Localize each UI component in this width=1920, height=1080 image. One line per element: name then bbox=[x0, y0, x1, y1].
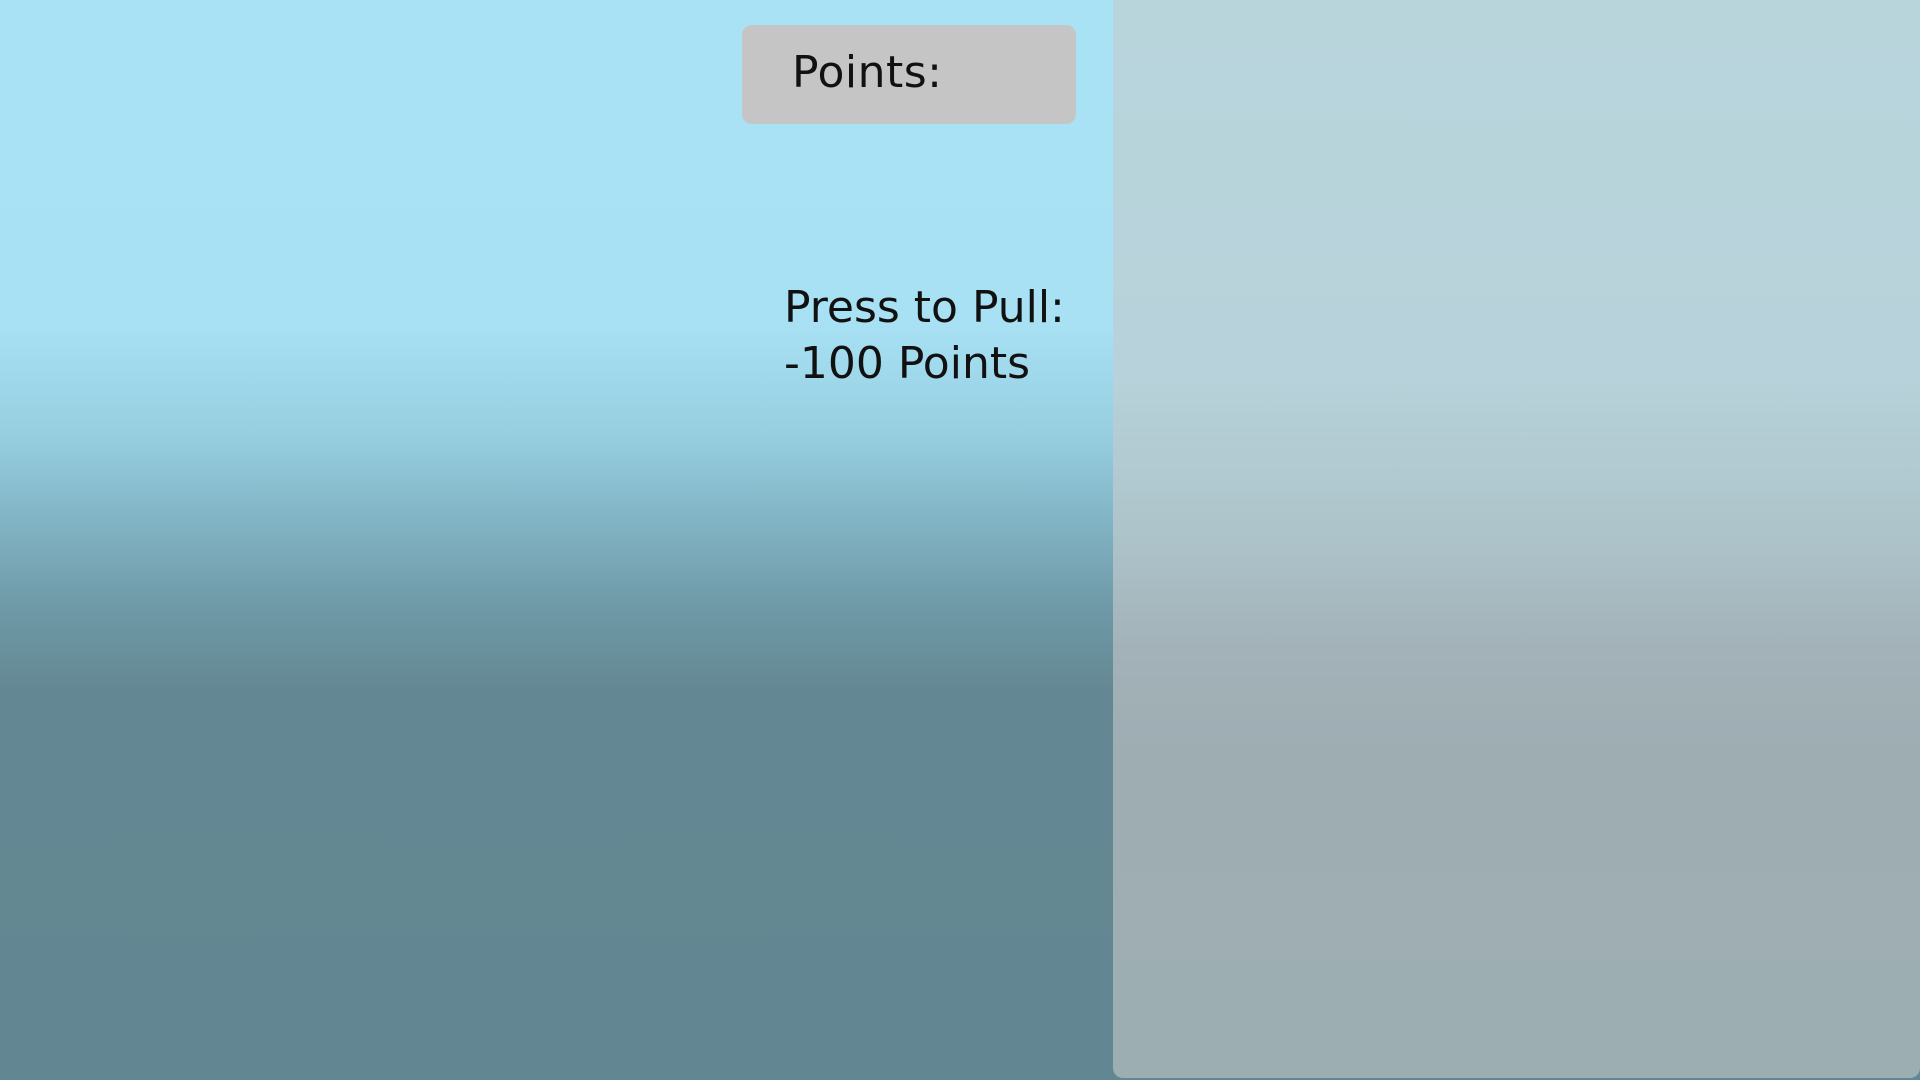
pull-button[interactable]: Press to Pull: -100 Points bbox=[784, 280, 1084, 395]
pull-label: Press to Pull: bbox=[784, 282, 1065, 333]
points-display: Points: bbox=[742, 25, 1076, 124]
side-panel bbox=[1113, 0, 1920, 1078]
pull-cost: -100 Points bbox=[784, 338, 1031, 389]
points-label: Points: bbox=[792, 47, 943, 98]
